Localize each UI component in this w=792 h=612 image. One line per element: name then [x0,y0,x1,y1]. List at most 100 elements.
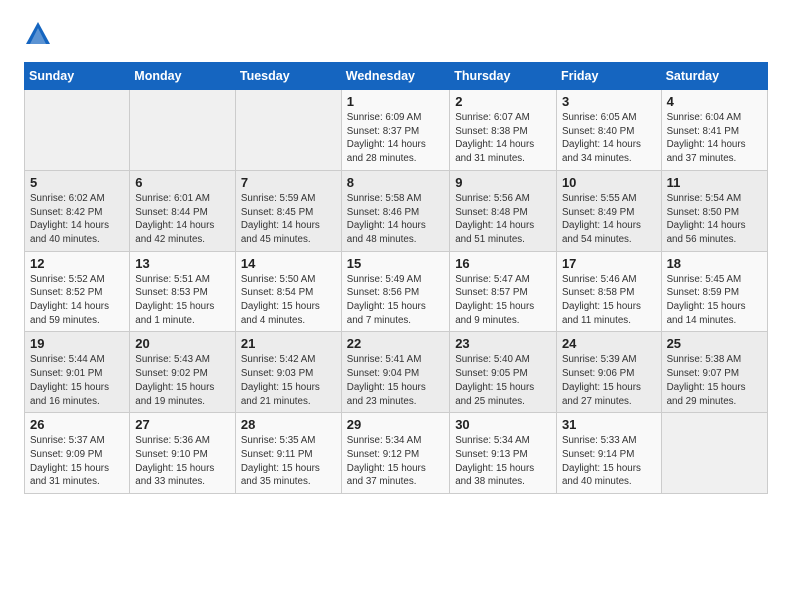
calendar-cell: 27 Sunrise: 5:36 AM Sunset: 9:10 PM Dayli… [130,413,236,494]
calendar-cell: 1Sunrise: 6:09 AM Sunset: 8:37 PM Daylig… [341,90,449,171]
calendar-table: SundayMondayTuesdayWednesdayThursdayFrid… [24,62,768,494]
day-info: Sunrise: 5:54 AM Sunset: 8:50 PM Dayligh… [667,192,762,247]
header-row: SundayMondayTuesdayWednesdayThursdayFrid… [25,63,768,90]
calendar-cell: 13 Sunrise: 5:51 AM Sunset: 8:53 PM Dayli… [130,251,236,332]
day-info: Sunrise: 5:39 AM Sunset: 9:06 PM Dayligh… [562,353,656,408]
calendar-cell: 10Sunrise: 5:55 AM Sunset: 8:49 PM Dayli… [556,170,661,251]
calendar-cell: 12 Sunrise: 5:52 AM Sunset: 8:52 PM Dayli… [25,251,130,332]
day-header-sunday: Sunday [25,63,130,90]
day-info: Sunrise: 6:05 AM Sunset: 8:40 PM Dayligh… [562,111,656,166]
day-number: 4 [667,94,762,109]
day-header-saturday: Saturday [661,63,767,90]
calendar-cell: 7Sunrise: 5:59 AM Sunset: 8:45 PM Daylig… [235,170,341,251]
header [24,20,768,48]
day-info: Sunrise: 5:34 AM Sunset: 9:12 PM Dayligh… [347,434,444,489]
day-info: Sunrise: 5:40 AM Sunset: 9:05 PM Dayligh… [455,353,551,408]
calendar-cell [25,90,130,171]
day-info: Sunrise: 5:51 AM Sunset: 8:53 PM Dayligh… [135,273,230,328]
day-number: 19 [30,336,124,351]
day-info: Sunrise: 5:42 AM Sunset: 9:03 PM Dayligh… [241,353,336,408]
calendar-cell: 19 Sunrise: 5:44 AM Sunset: 9:01 PM Dayli… [25,332,130,413]
calendar-cell: 11 Sunrise: 5:54 AM Sunset: 8:50 PM Dayli… [661,170,767,251]
calendar-cell: 18Sunrise: 5:45 AM Sunset: 8:59 PM Dayli… [661,251,767,332]
day-number: 6 [135,175,230,190]
day-number: 7 [241,175,336,190]
day-info: Sunrise: 5:38 AM Sunset: 9:07 PM Dayligh… [667,353,762,408]
day-info: Sunrise: 5:43 AM Sunset: 9:02 PM Dayligh… [135,353,230,408]
calendar-cell: 4Sunrise: 6:04 AM Sunset: 8:41 PM Daylig… [661,90,767,171]
day-info: Sunrise: 6:01 AM Sunset: 8:44 PM Dayligh… [135,192,230,247]
calendar-cell: 31Sunrise: 5:33 AM Sunset: 9:14 PM Dayli… [556,413,661,494]
calendar-cell: 21 Sunrise: 5:42 AM Sunset: 9:03 PM Dayli… [235,332,341,413]
day-number: 8 [347,175,444,190]
day-info: Sunrise: 5:50 AM Sunset: 8:54 PM Dayligh… [241,273,336,328]
day-info: Sunrise: 5:44 AM Sunset: 9:01 PM Dayligh… [30,353,124,408]
day-info: Sunrise: 5:56 AM Sunset: 8:48 PM Dayligh… [455,192,551,247]
calendar-cell: 6 Sunrise: 6:01 AM Sunset: 8:44 PM Daylig… [130,170,236,251]
day-number: 20 [135,336,230,351]
day-header-monday: Monday [130,63,236,90]
day-number: 13 [135,256,230,271]
day-number: 17 [562,256,656,271]
day-number: 29 [347,417,444,432]
day-number: 9 [455,175,551,190]
day-header-wednesday: Wednesday [341,63,449,90]
day-number: 24 [562,336,656,351]
day-number: 15 [347,256,444,271]
page: SundayMondayTuesdayWednesdayThursdayFrid… [0,0,792,514]
day-number: 30 [455,417,551,432]
calendar-cell: 26 Sunrise: 5:37 AM Sunset: 9:09 PM Dayli… [25,413,130,494]
calendar-cell: 22Sunrise: 5:41 AM Sunset: 9:04 PM Dayli… [341,332,449,413]
day-number: 26 [30,417,124,432]
calendar-cell: 16Sunrise: 5:47 AM Sunset: 8:57 PM Dayli… [450,251,557,332]
day-number: 23 [455,336,551,351]
calendar-cell: 15 Sunrise: 5:49 AM Sunset: 8:56 PM Dayli… [341,251,449,332]
calendar-cell: 9 Sunrise: 5:56 AM Sunset: 8:48 PM Daylig… [450,170,557,251]
day-info: Sunrise: 5:58 AM Sunset: 8:46 PM Dayligh… [347,192,444,247]
calendar-cell: 2 Sunrise: 6:07 AM Sunset: 8:38 PM Daylig… [450,90,557,171]
calendar-cell: 5Sunrise: 6:02 AM Sunset: 8:42 PM Daylig… [25,170,130,251]
week-row-3: 12 Sunrise: 5:52 AM Sunset: 8:52 PM Dayli… [25,251,768,332]
day-header-tuesday: Tuesday [235,63,341,90]
day-info: Sunrise: 5:55 AM Sunset: 8:49 PM Dayligh… [562,192,656,247]
calendar-cell: 3 Sunrise: 6:05 AM Sunset: 8:40 PM Daylig… [556,90,661,171]
day-info: Sunrise: 6:09 AM Sunset: 8:37 PM Dayligh… [347,111,444,166]
calendar-cell: 24 Sunrise: 5:39 AM Sunset: 9:06 PM Dayli… [556,332,661,413]
calendar-cell: 25Sunrise: 5:38 AM Sunset: 9:07 PM Dayli… [661,332,767,413]
day-number: 22 [347,336,444,351]
day-number: 11 [667,175,762,190]
day-info: Sunrise: 5:47 AM Sunset: 8:57 PM Dayligh… [455,273,551,328]
day-header-friday: Friday [556,63,661,90]
week-row-5: 26 Sunrise: 5:37 AM Sunset: 9:09 PM Dayli… [25,413,768,494]
day-info: Sunrise: 6:07 AM Sunset: 8:38 PM Dayligh… [455,111,551,166]
day-number: 21 [241,336,336,351]
day-info: Sunrise: 5:35 AM Sunset: 9:11 PM Dayligh… [241,434,336,489]
day-info: Sunrise: 5:49 AM Sunset: 8:56 PM Dayligh… [347,273,444,328]
calendar-cell: 28Sunrise: 5:35 AM Sunset: 9:11 PM Dayli… [235,413,341,494]
calendar-cell: 8 Sunrise: 5:58 AM Sunset: 8:46 PM Daylig… [341,170,449,251]
day-info: Sunrise: 5:33 AM Sunset: 9:14 PM Dayligh… [562,434,656,489]
day-header-thursday: Thursday [450,63,557,90]
day-number: 27 [135,417,230,432]
logo [24,20,56,48]
day-info: Sunrise: 5:34 AM Sunset: 9:13 PM Dayligh… [455,434,551,489]
calendar-cell [130,90,236,171]
calendar-cell [235,90,341,171]
day-number: 3 [562,94,656,109]
calendar-cell: 20 Sunrise: 5:43 AM Sunset: 9:02 PM Dayli… [130,332,236,413]
calendar-cell: 29 Sunrise: 5:34 AM Sunset: 9:12 PM Dayli… [341,413,449,494]
calendar-cell: 30 Sunrise: 5:34 AM Sunset: 9:13 PM Dayli… [450,413,557,494]
calendar-cell: 17 Sunrise: 5:46 AM Sunset: 8:58 PM Dayli… [556,251,661,332]
calendar-cell [661,413,767,494]
day-number: 2 [455,94,551,109]
day-info: Sunrise: 5:52 AM Sunset: 8:52 PM Dayligh… [30,273,124,328]
day-number: 18 [667,256,762,271]
day-number: 12 [30,256,124,271]
day-number: 14 [241,256,336,271]
day-info: Sunrise: 5:37 AM Sunset: 9:09 PM Dayligh… [30,434,124,489]
week-row-2: 5Sunrise: 6:02 AM Sunset: 8:42 PM Daylig… [25,170,768,251]
day-info: Sunrise: 5:46 AM Sunset: 8:58 PM Dayligh… [562,273,656,328]
day-info: Sunrise: 5:36 AM Sunset: 9:10 PM Dayligh… [135,434,230,489]
logo-icon [24,20,52,48]
calendar-cell: 23 Sunrise: 5:40 AM Sunset: 9:05 PM Dayli… [450,332,557,413]
